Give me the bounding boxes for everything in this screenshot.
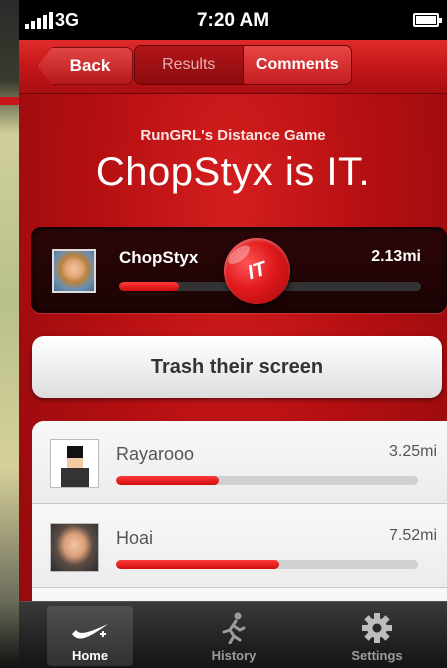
status-bar: 3G 7:20 AM [19,0,447,40]
progress-fill [116,560,280,569]
progress-track [116,560,418,569]
tab-bar: Home History Settings [19,601,447,668]
battery-icon [413,13,442,27]
player-distance: 3.25mi [388,443,437,460]
it-badge-icon: IT [215,229,299,313]
player-name: Hoai [116,528,154,548]
progress-track [116,476,418,485]
it-player-distance: 2.13mi [371,248,421,265]
back-button[interactable]: Back [37,47,133,85]
runner-icon [222,612,246,644]
it-player-card: ChopStyx 2.13mi IT [31,227,447,313]
tab-home[interactable]: Home [47,606,133,666]
trash-their-screen-button[interactable]: Trash their screen [32,336,442,398]
list-item[interactable]: Rayarooo 3.25mi [32,421,447,504]
clock: 7:20 AM [196,10,270,31]
tab-label: History [211,648,257,663]
it-player-avatar [52,249,96,293]
avatar [50,523,99,572]
tab-settings[interactable]: Settings [334,606,420,666]
game-headline: ChopStyx is IT. [95,150,371,194]
it-player-name: ChopStyx [119,248,199,267]
swoosh-icon [72,624,108,639]
tab-history[interactable]: History [191,606,277,666]
results-comments-segmented-control: Results Comments [134,45,352,85]
it-player-progress-fill [119,282,180,291]
background-content-strip [0,0,19,668]
leaderboard-list: Rayarooo 3.25mi Hoai 7.52mi [32,421,447,621]
gear-icon [362,613,392,643]
game-subtitle: RunGRL's Distance Game [140,127,326,144]
segment-comments[interactable]: Comments [242,46,351,84]
avatar [50,439,99,488]
progress-fill [116,476,219,485]
list-item[interactable]: Hoai 7.52mi [32,505,447,588]
phone-screen: 3G 7:20 AM Back Results Comments RunGRL'… [19,0,447,668]
navigation-bar: Back Results Comments [19,40,447,94]
tab-label: Home [71,648,109,663]
player-distance: 7.52mi [388,527,437,544]
player-name: Rayarooo [116,444,195,464]
tab-label: Settings [351,648,403,663]
segment-results[interactable]: Results [135,46,243,84]
